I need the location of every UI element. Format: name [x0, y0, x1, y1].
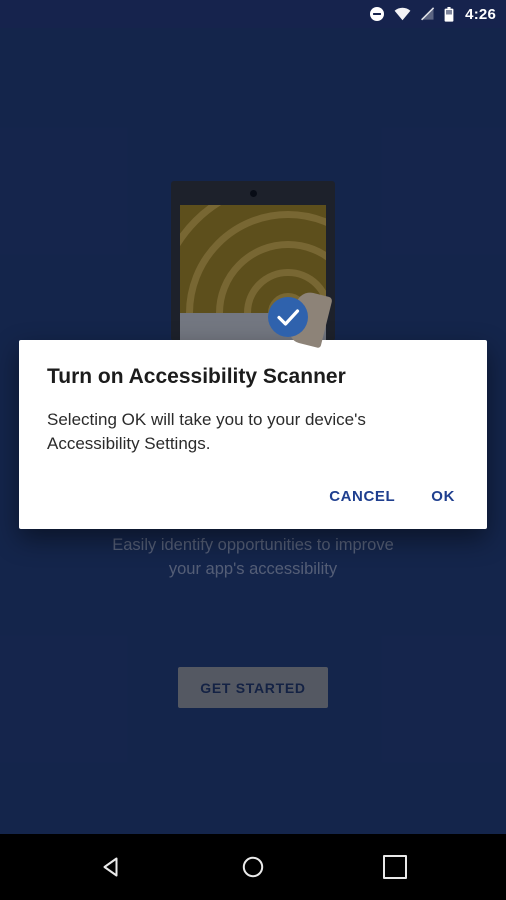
dialog-title: Turn on Accessibility Scanner — [47, 365, 346, 388]
phone-screen: 4:26 Easily identify opportunities to im… — [0, 0, 506, 900]
back-triangle-icon — [103, 857, 118, 877]
dialog-actions: CANCEL OK — [19, 478, 487, 521]
recents-square-icon — [383, 855, 407, 879]
status-bar: 4:26 — [0, 0, 506, 28]
nav-recents-button[interactable] — [345, 834, 445, 900]
navigation-bar: d.cn 当乐网 — [0, 834, 506, 900]
nav-home-button[interactable] — [203, 834, 303, 900]
nav-back-button[interactable] — [62, 834, 162, 900]
ok-button[interactable]: OK — [417, 478, 469, 515]
check-badge — [268, 297, 308, 337]
no-signal-icon — [420, 7, 435, 21]
wifi-icon — [394, 7, 411, 21]
do-not-disturb-icon — [369, 6, 385, 22]
status-bar-clock: 4:26 — [465, 5, 496, 23]
home-circle-icon — [242, 856, 264, 878]
accessibility-dialog: Turn on Accessibility Scanner Selecting … — [19, 340, 487, 529]
dialog-message: Selecting OK will take you to your devic… — [47, 410, 366, 453]
cancel-button[interactable]: CANCEL — [315, 478, 409, 515]
check-icon — [277, 309, 300, 326]
battery-icon — [444, 6, 454, 22]
